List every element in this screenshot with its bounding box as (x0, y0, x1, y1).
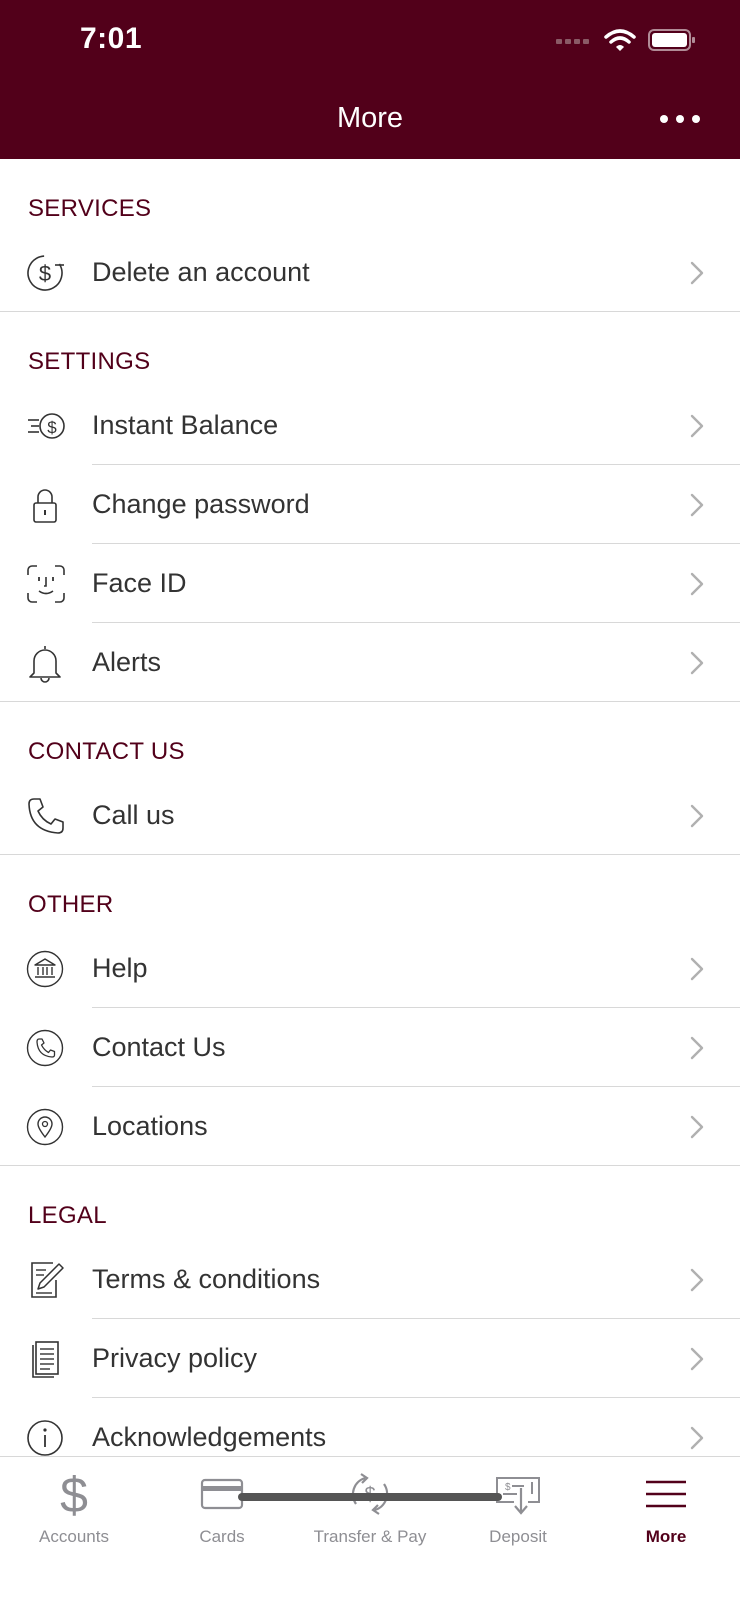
change-password-label: Change password (92, 489, 310, 519)
privacy-policy-item[interactable]: Privacy policy (0, 1319, 740, 1398)
section-title-legal: LEGAL (28, 1202, 107, 1229)
face-id-icon (26, 564, 66, 604)
settings-list[interactable]: SERVICES $ Delete an account SETTINGS $ … (0, 159, 740, 1456)
dollar-icon: $ (0, 1469, 148, 1519)
chevron-right-icon (690, 804, 704, 828)
wifi-icon (604, 29, 636, 51)
section-title-services: SERVICES (28, 195, 152, 222)
alerts-item[interactable]: Alerts (0, 623, 740, 702)
more-options-icon[interactable] (660, 104, 700, 134)
bell-icon (26, 643, 66, 683)
tab-transfer-pay[interactable]: $ Transfer & Pay (296, 1469, 444, 1561)
status-time: 7:01 (80, 22, 143, 55)
locations-item[interactable]: Locations (0, 1087, 740, 1166)
chevron-right-icon (690, 651, 704, 675)
chevron-right-icon (690, 1426, 704, 1450)
privacy-policy-label: Privacy policy (92, 1343, 258, 1373)
tab-accounts-label: Accounts (39, 1527, 109, 1546)
section-title-settings: SETTINGS (28, 348, 151, 375)
face-id-label: Face ID (92, 568, 187, 598)
tab-more-label: More (645, 1527, 687, 1546)
document-icon (26, 1339, 66, 1379)
tab-deposit[interactable]: $ Deposit (444, 1469, 592, 1561)
instant-balance-label: Instant Balance (92, 410, 279, 440)
row-separator (0, 311, 740, 312)
row-separator (0, 854, 740, 855)
alerts-label: Alerts (92, 647, 162, 677)
status-icons (556, 28, 696, 52)
battery-icon (648, 29, 695, 51)
cellular-signal-icon (556, 39, 589, 44)
chevron-right-icon (690, 1347, 704, 1371)
chevron-right-icon (690, 261, 704, 285)
face-id-item[interactable]: Face ID (0, 544, 740, 623)
phone-circle-icon (26, 1028, 66, 1068)
delete-account-label: Delete an account (92, 257, 310, 287)
chevron-right-icon (690, 1268, 704, 1292)
tab-deposit-label: Deposit (489, 1527, 547, 1546)
pen-document-icon (26, 1260, 66, 1300)
chevron-right-icon (690, 1115, 704, 1139)
acknowledgements-item[interactable]: Acknowledgements (0, 1398, 740, 1456)
page-title: More (336, 102, 404, 134)
contact-us-item[interactable]: Contact Us (0, 1008, 740, 1087)
lock-icon (26, 485, 66, 525)
help-label: Help (92, 953, 148, 983)
svg-text:$: $ (39, 261, 51, 286)
bank-icon (26, 949, 66, 989)
row-separator (0, 1165, 740, 1166)
tab-cards-label: Cards (199, 1527, 245, 1546)
terms-conditions-label: Terms & conditions (92, 1264, 321, 1294)
delete-account-item[interactable]: $ Delete an account (0, 233, 740, 312)
help-item[interactable]: Help (0, 929, 740, 1008)
call-us-item[interactable]: Call us (0, 776, 740, 855)
tab-cards[interactable]: Cards (148, 1469, 296, 1561)
change-password-item[interactable]: Change password (0, 465, 740, 544)
locations-label: Locations (92, 1111, 208, 1141)
tab-bar: $ Accounts Cards $ Transfer & Pay $ Depo… (0, 1456, 740, 1600)
dollar-minus-icon: $ (26, 253, 66, 293)
section-title-other: OTHER (28, 891, 114, 918)
section-title-contact: CONTACT US (28, 738, 185, 765)
info-icon (26, 1418, 66, 1456)
app-header: 7:01 More (0, 0, 740, 159)
svg-text:$: $ (60, 1469, 88, 1519)
svg-text:$: $ (505, 1482, 511, 1493)
phone-icon (26, 796, 66, 836)
acknowledgements-label: Acknowledgements (92, 1422, 327, 1452)
row-separator (0, 701, 740, 702)
fast-dollar-icon: $ (26, 406, 66, 446)
instant-balance-item[interactable]: $ Instant Balance (0, 386, 740, 465)
tab-accounts[interactable]: $ Accounts (0, 1469, 148, 1561)
location-pin-icon (26, 1107, 66, 1147)
chevron-right-icon (690, 1036, 704, 1060)
chevron-right-icon (690, 572, 704, 596)
home-indicator (238, 1493, 502, 1501)
chevron-right-icon (690, 414, 704, 438)
tab-more[interactable]: More (592, 1469, 740, 1561)
tab-transfer-pay-label: Transfer & Pay (313, 1527, 427, 1546)
call-us-label: Call us (92, 800, 175, 830)
contact-us-label: Contact Us (92, 1032, 226, 1062)
chevron-right-icon (690, 957, 704, 981)
menu-icon (592, 1469, 740, 1519)
svg-text:$: $ (47, 418, 57, 437)
chevron-right-icon (690, 493, 704, 517)
terms-conditions-item[interactable]: Terms & conditions (0, 1240, 740, 1319)
